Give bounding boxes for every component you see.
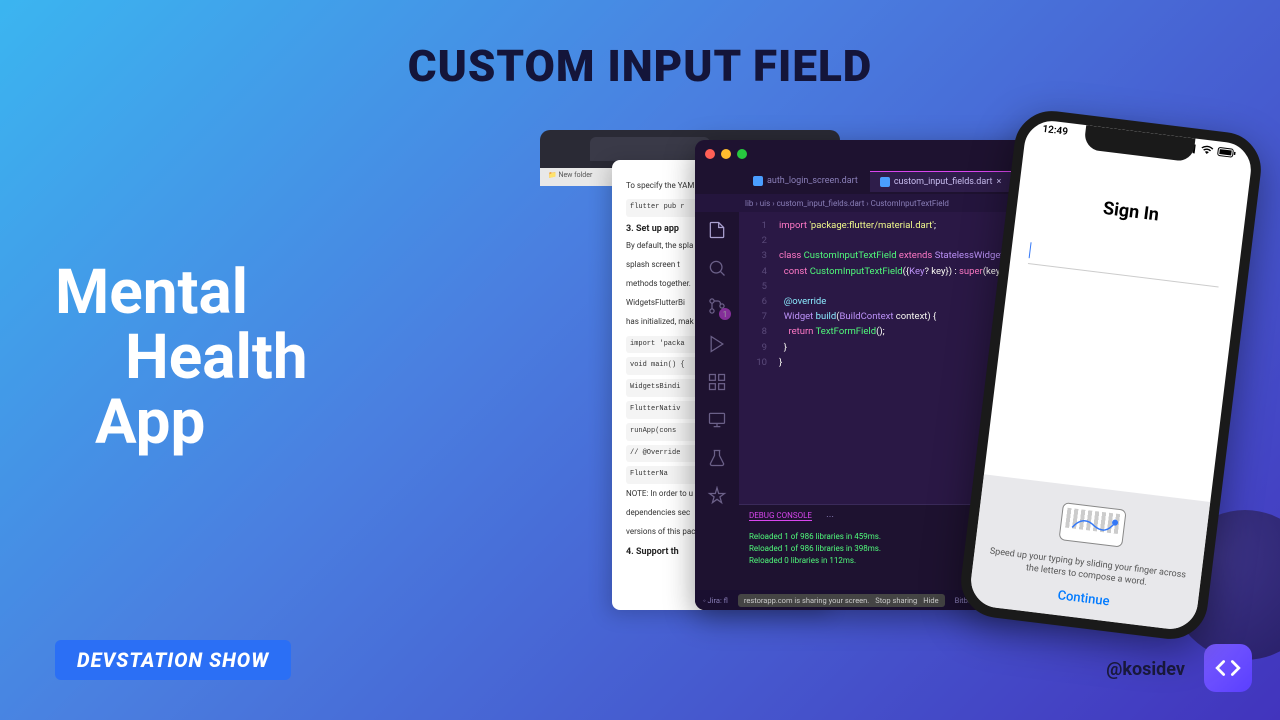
author-handle: @kosidev (1106, 659, 1185, 680)
editor-tab-auth[interactable]: auth_login_screen.dart (743, 171, 868, 191)
activity-bar (695, 212, 739, 610)
subtitle-line-3: App (55, 390, 308, 455)
show-badge: DEVSTATION SHOW (55, 640, 291, 680)
hide-button[interactable]: Hide (923, 596, 938, 605)
brush-icon[interactable] (707, 486, 727, 506)
subtitle-line-2: Health (55, 325, 308, 390)
explorer-icon[interactable] (707, 220, 727, 240)
testing-icon[interactable] (707, 448, 727, 468)
subtitle-line-1: Mental (55, 260, 308, 325)
keyboard-hint-panel: Speed up your typing by sliding your fin… (968, 474, 1210, 632)
source-control-icon[interactable] (707, 296, 727, 316)
maximize-icon[interactable] (737, 149, 747, 159)
code-logo-icon (1204, 644, 1252, 692)
debug-icon[interactable] (707, 334, 727, 354)
stop-sharing-button[interactable]: Stop sharing (875, 596, 917, 605)
text-input[interactable] (1028, 240, 1221, 287)
editor-tab-custom-input[interactable]: custom_input_fields.dart × (870, 171, 1011, 192)
remote-icon[interactable] (707, 410, 727, 430)
debug-console-tab[interactable]: DEBUG CONSOLE (749, 511, 812, 521)
keyboard-swipe-icon (1058, 502, 1127, 551)
screen-title: Sign In (1034, 190, 1227, 234)
screenshot-composite: 📁 New folder To specify the YAM flutter … (540, 130, 1260, 640)
close-icon[interactable] (705, 149, 715, 159)
subtitle: Mental Health App (55, 260, 308, 455)
browser-tab[interactable] (590, 137, 710, 161)
search-icon[interactable] (707, 258, 727, 278)
status-jira[interactable]: ◦ Jira: fl (703, 596, 728, 605)
screen-share-notice: restorapp.com is sharing your screen. St… (738, 594, 945, 607)
page-title: CUSTOM INPUT FIELD (408, 40, 873, 92)
extensions-icon[interactable] (707, 372, 727, 392)
minimize-icon[interactable] (721, 149, 731, 159)
